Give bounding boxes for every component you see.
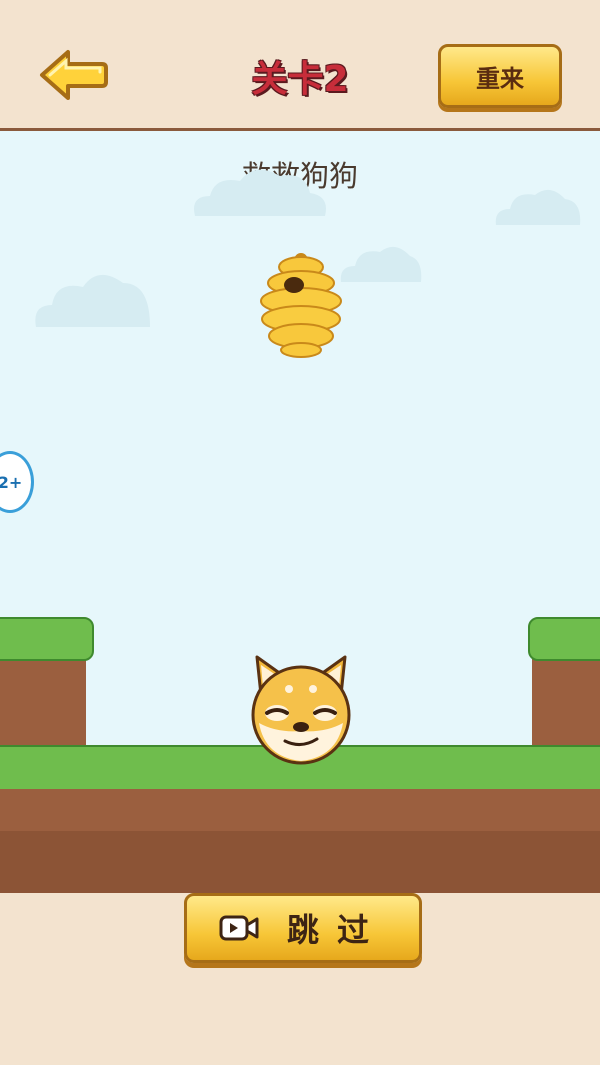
- cloud-decoration: [194, 169, 326, 216]
- right-ledge-dirt: [532, 649, 600, 759]
- left-ledge-grass: [0, 617, 94, 661]
- game-scene[interactable]: 救救狗狗 2+: [0, 131, 600, 893]
- ground-dirt-band: [0, 831, 600, 893]
- skip-level-button[interactable]: 跳过: [184, 893, 422, 963]
- top-bar: 关卡2 重来: [0, 0, 600, 131]
- restart-button[interactable]: 重来: [438, 44, 562, 108]
- cloud-decoration: [35, 274, 151, 327]
- right-ledge-grass: [528, 617, 600, 661]
- skip-label: 跳过: [286, 911, 387, 949]
- beehive[interactable]: [258, 251, 344, 359]
- left-ledge-dirt: [0, 649, 86, 759]
- cloud-decoration: [340, 246, 422, 282]
- cloud-decoration: [495, 189, 581, 225]
- shiba-dog[interactable]: [245, 653, 357, 765]
- video-icon: [219, 915, 259, 941]
- side-badge[interactable]: 2+: [0, 451, 34, 513]
